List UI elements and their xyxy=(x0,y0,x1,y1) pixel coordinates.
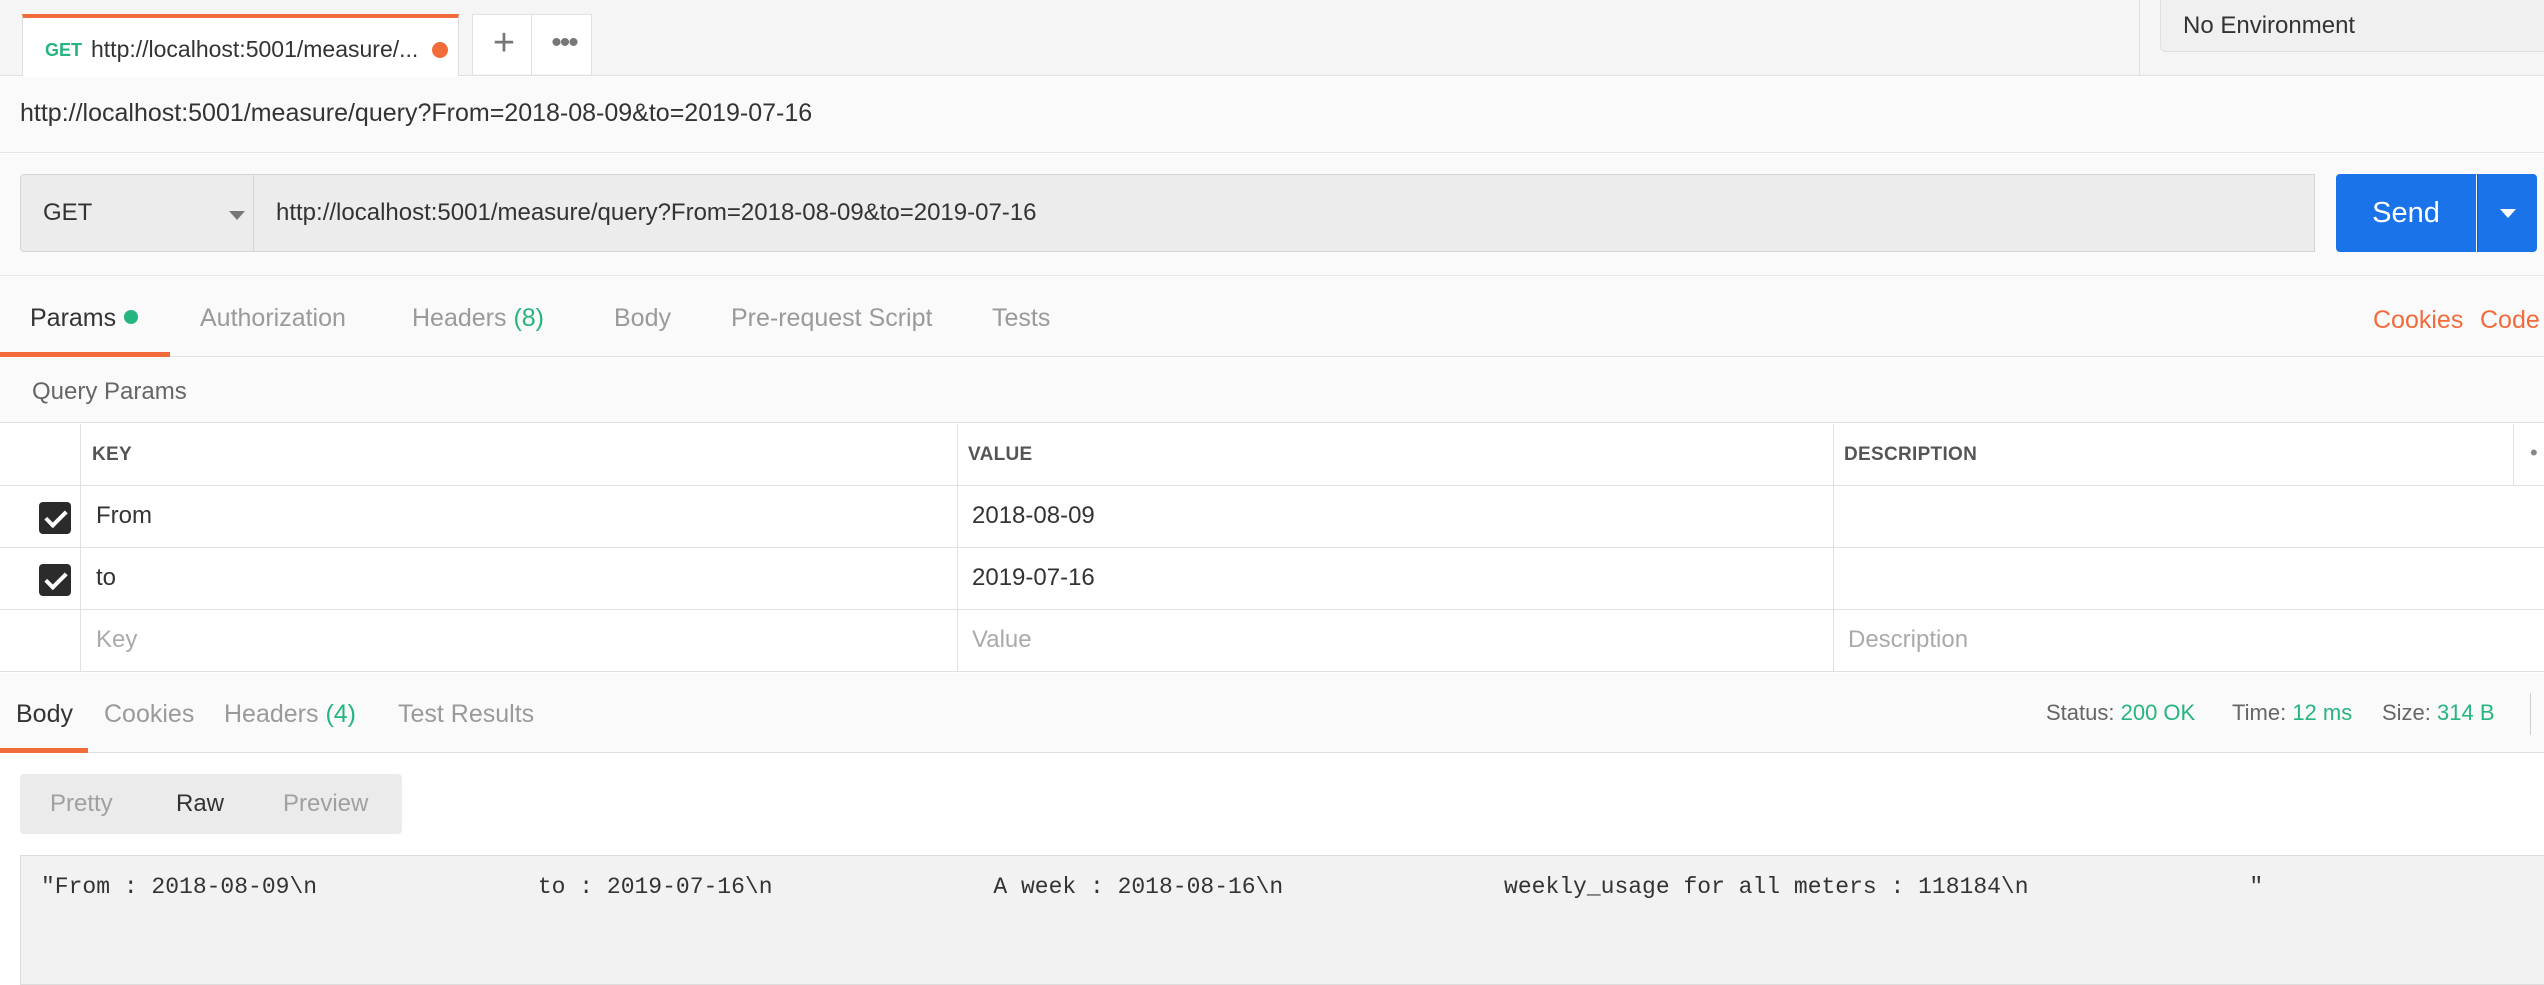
new-param-description-input[interactable]: Description xyxy=(1848,626,1968,654)
param-value[interactable]: 2019-07-16 xyxy=(972,564,1095,592)
environment-label: No Environment xyxy=(2183,12,2356,39)
column-header-value: VALUE xyxy=(968,444,1033,465)
request-name[interactable]: http://localhost:5001/measure/query?From… xyxy=(20,99,812,128)
environment-select[interactable]: No Environment xyxy=(2160,0,2544,52)
table-row: to 2019-07-16 xyxy=(0,548,2544,610)
chevron-down-icon xyxy=(229,211,245,220)
time-value: 12 ms xyxy=(2292,700,2353,725)
url-input[interactable] xyxy=(253,174,2315,252)
tab-bar-divider xyxy=(2139,0,2140,76)
param-key[interactable]: From xyxy=(96,502,152,530)
time-label: Time: xyxy=(2232,700,2287,725)
response-body[interactable]: "From : 2018-08-09\n to : 2019-07-16\n A… xyxy=(20,855,2544,985)
tab-actions: + ••• xyxy=(472,14,592,75)
response-body-text: "From : 2018-08-09\n to : 2019-07-16\n A… xyxy=(41,874,2264,900)
param-key[interactable]: to xyxy=(96,564,116,592)
request-name-bar: http://localhost:5001/measure/query?From… xyxy=(0,77,2544,153)
view-mode-preview[interactable]: Preview xyxy=(283,790,368,818)
size-label: Size: xyxy=(2382,700,2431,725)
view-mode-raw[interactable]: Raw xyxy=(176,790,224,818)
new-param-key-input[interactable]: Key xyxy=(96,626,137,654)
params-active-dot xyxy=(124,310,139,324)
send-options-button[interactable] xyxy=(2477,174,2537,252)
tab-body[interactable]: Body xyxy=(614,304,671,333)
tab-actions-divider xyxy=(531,15,532,75)
response-bar-divider xyxy=(2530,693,2531,735)
tab-headers[interactable]: Headers (8) xyxy=(412,304,544,333)
request-tab[interactable]: GET http://localhost:5001/measure/... xyxy=(22,14,459,76)
status-label: Status: xyxy=(2046,700,2115,725)
status-value: 200 OK xyxy=(2120,700,2196,725)
send-button[interactable]: Send xyxy=(2336,174,2476,252)
request-tabs: Params Authorization Headers (8) Body Pr… xyxy=(0,277,2544,357)
table-header-row: KEY VALUE DESCRIPTION • xyxy=(0,424,2544,486)
tab-prerequest-script[interactable]: Pre-request Script xyxy=(731,304,932,333)
method-select[interactable]: GET xyxy=(20,174,254,252)
tab-headers-count: (8) xyxy=(513,304,545,332)
response-tab-headers-label: Headers xyxy=(224,700,319,728)
response-tab-body[interactable]: Body xyxy=(16,700,73,729)
tab-params[interactable]: Params xyxy=(30,304,139,333)
table-row: From 2018-08-09 xyxy=(0,486,2544,548)
new-param-value-input[interactable]: Value xyxy=(972,626,1032,654)
size-value: 314 B xyxy=(2437,700,2495,725)
tab-authorization[interactable]: Authorization xyxy=(200,304,346,333)
method-select-value: GET xyxy=(43,199,93,226)
active-tab-indicator xyxy=(0,352,170,357)
tab-params-label: Params xyxy=(30,304,117,332)
more-options-icon[interactable]: ••• xyxy=(545,23,583,63)
query-params-title: Query Params xyxy=(32,378,187,405)
tab-title: http://localhost:5001/measure/... xyxy=(91,36,419,62)
column-header-description: DESCRIPTION xyxy=(1844,444,1978,465)
tab-bar: GET http://localhost:5001/measure/... + … xyxy=(0,0,2544,76)
table-row-new: Key Value Description xyxy=(0,610,2544,672)
tab-method-label: GET xyxy=(45,40,83,60)
status-indicator: Status: 200 OK xyxy=(2046,700,2195,726)
size-indicator: Size: 314 B xyxy=(2382,700,2495,726)
cookies-link[interactable]: Cookies xyxy=(2373,306,2463,335)
response-tab-test-results[interactable]: Test Results xyxy=(398,700,534,729)
response-headers-count: (4) xyxy=(325,700,357,728)
query-params-header: Query Params xyxy=(0,358,2544,423)
view-mode-pretty[interactable]: Pretty xyxy=(50,790,113,818)
response-tab-headers[interactable]: Headers (4) xyxy=(224,700,356,729)
param-enabled-checkbox[interactable] xyxy=(39,564,71,596)
tab-tests[interactable]: Tests xyxy=(992,304,1050,333)
response-tab-cookies[interactable]: Cookies xyxy=(104,700,194,729)
new-tab-plus-icon[interactable]: + xyxy=(487,23,521,63)
active-response-tab-indicator xyxy=(0,748,88,753)
column-options-icon[interactable]: • xyxy=(2530,440,2538,466)
code-link[interactable]: Code xyxy=(2480,306,2540,335)
param-enabled-checkbox[interactable] xyxy=(39,502,71,534)
url-row: GET Send xyxy=(0,154,2544,276)
column-header-key: KEY xyxy=(92,444,132,465)
time-indicator: Time: 12 ms xyxy=(2232,700,2352,726)
chevron-down-icon xyxy=(2500,209,2516,218)
unsaved-changes-dot xyxy=(432,42,448,58)
view-mode-toggle: Pretty Raw Preview xyxy=(20,774,402,834)
response-tabs: Body Cookies Headers (4) Test Results St… xyxy=(0,673,2544,753)
param-value[interactable]: 2018-08-09 xyxy=(972,502,1095,530)
tab-headers-label: Headers xyxy=(412,304,507,332)
